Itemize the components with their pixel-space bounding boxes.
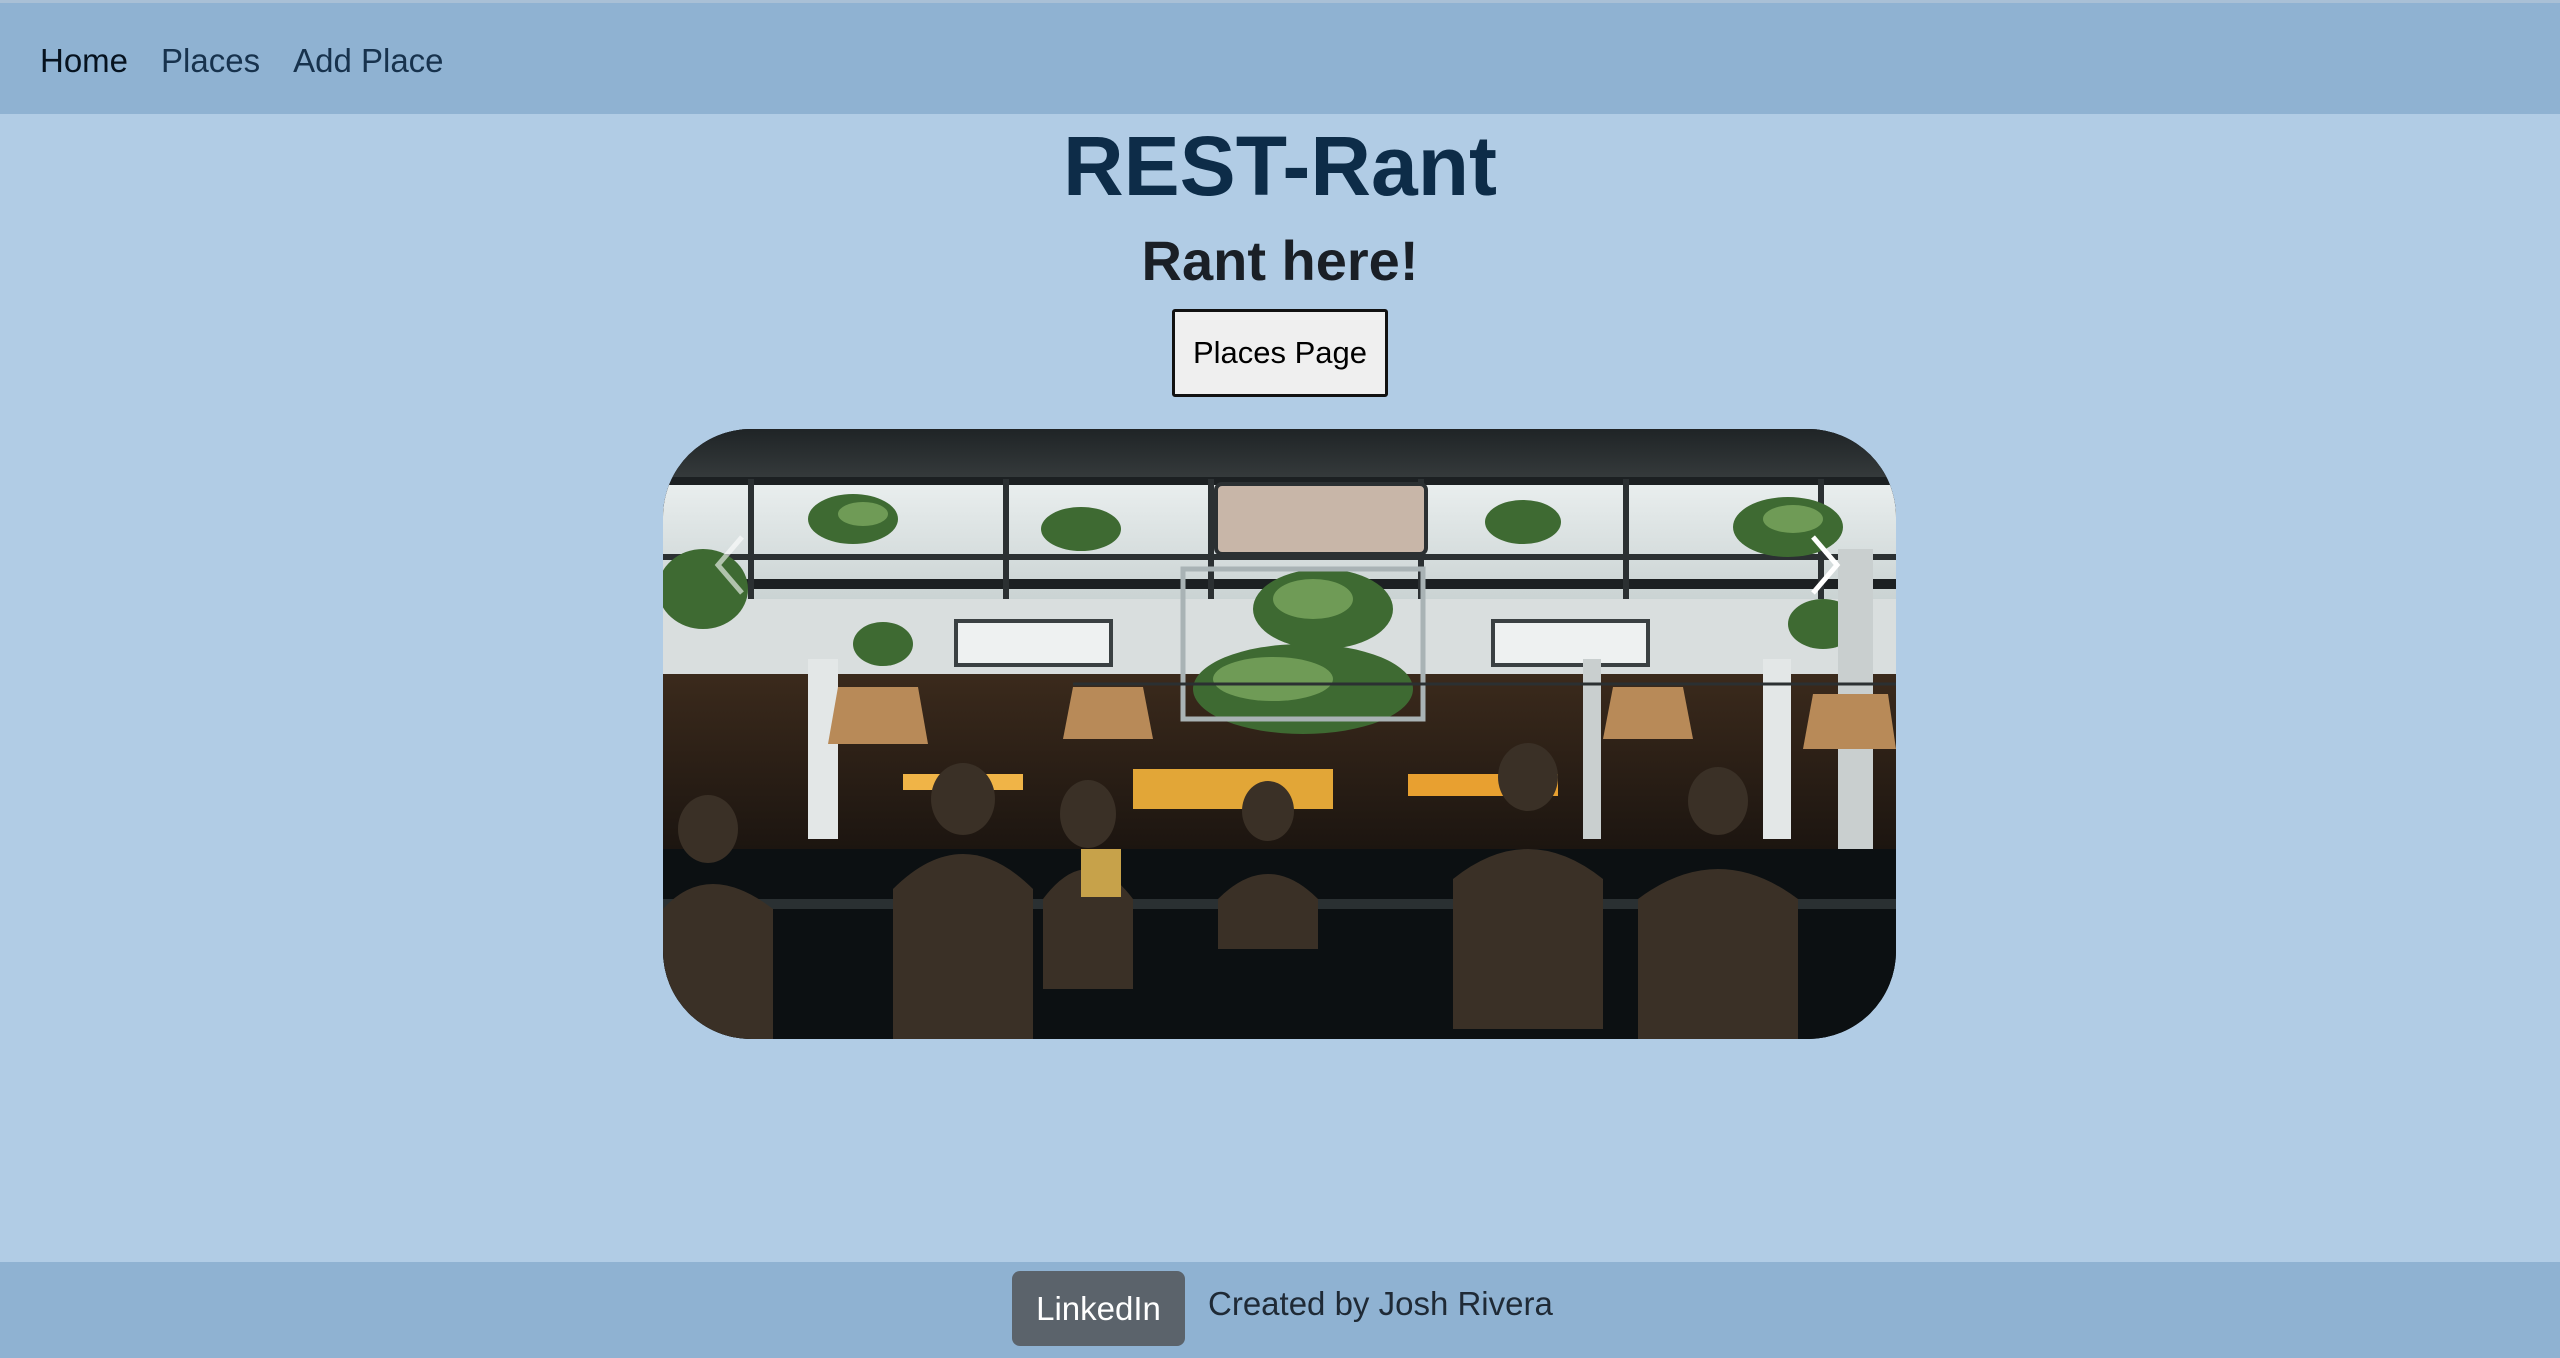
linkedin-button[interactable]: LinkedIn xyxy=(1012,1271,1185,1346)
nav-places-link[interactable]: Places xyxy=(161,39,260,83)
page-subtitle: Rant here! xyxy=(1141,229,1419,292)
navbar: Home Places Add Place xyxy=(0,0,2560,114)
nav-add-place-link[interactable]: Add Place xyxy=(293,39,443,83)
chevron-left-icon xyxy=(714,535,744,595)
footer-credit: Created by Josh Rivera xyxy=(1208,1285,1553,1322)
chevron-right-icon xyxy=(1811,535,1841,595)
restaurant-photo xyxy=(663,429,1896,1039)
image-carousel xyxy=(663,429,1896,1039)
nav-links: Home Places Add Place xyxy=(40,39,477,83)
nav-home-link[interactable]: Home xyxy=(40,39,128,83)
carousel-prev-control[interactable] xyxy=(695,500,765,630)
places-page-button[interactable]: Places Page xyxy=(1172,309,1388,397)
page-title: REST-Rant xyxy=(1062,119,1498,213)
carousel-next-control[interactable] xyxy=(1790,500,1860,630)
